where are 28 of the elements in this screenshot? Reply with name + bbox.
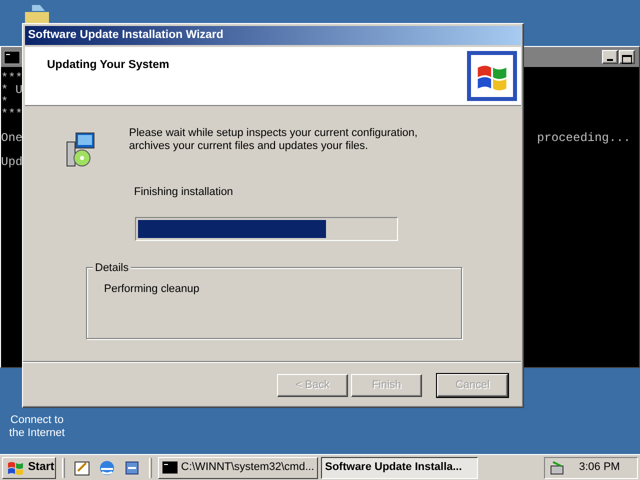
windows-logo <box>467 51 517 101</box>
quick-launch-desktop-icon[interactable] <box>73 458 91 476</box>
console-line: One <box>1 132 23 144</box>
console-line: * U <box>1 84 23 96</box>
minimize-button[interactable] <box>602 50 618 64</box>
console-line: *** <box>1 108 23 120</box>
clock: 3:06 PM <box>579 460 620 476</box>
maximize-icon <box>622 54 632 64</box>
taskbar-button[interactable]: C:\WINNT\system32\cmd... <box>158 456 318 478</box>
start-button[interactable]: Start <box>2 456 56 478</box>
intro-text: Please wait while setup inspects your current configuration, archives your current files and updates your files. <box>129 127 419 153</box>
details-text: Performing cleanup <box>104 282 200 297</box>
console-icon <box>162 461 178 474</box>
console-line: proceeding... <box>537 132 631 144</box>
desktop-icon-label[interactable]: Connect to the Internet <box>4 414 70 440</box>
quick-launch-browser-icon[interactable] <box>98 458 116 476</box>
taskbar-button[interactable]: Software Update Installa... <box>321 456 478 478</box>
status-label: Finishing installation <box>134 185 234 200</box>
console-line: *** <box>1 72 23 84</box>
minimize-icon <box>607 59 613 61</box>
quick-launch-channels-icon[interactable] <box>123 458 141 476</box>
maximize-button[interactable] <box>619 50 635 64</box>
window-title: Software Update Installation Wizard <box>25 26 521 45</box>
console-icon <box>4 50 20 64</box>
console-line: Upd <box>1 156 23 168</box>
console-line: * <box>1 96 8 108</box>
windows-flag-icon <box>6 459 25 476</box>
wizard-heading: Updating Your System <box>47 58 170 73</box>
